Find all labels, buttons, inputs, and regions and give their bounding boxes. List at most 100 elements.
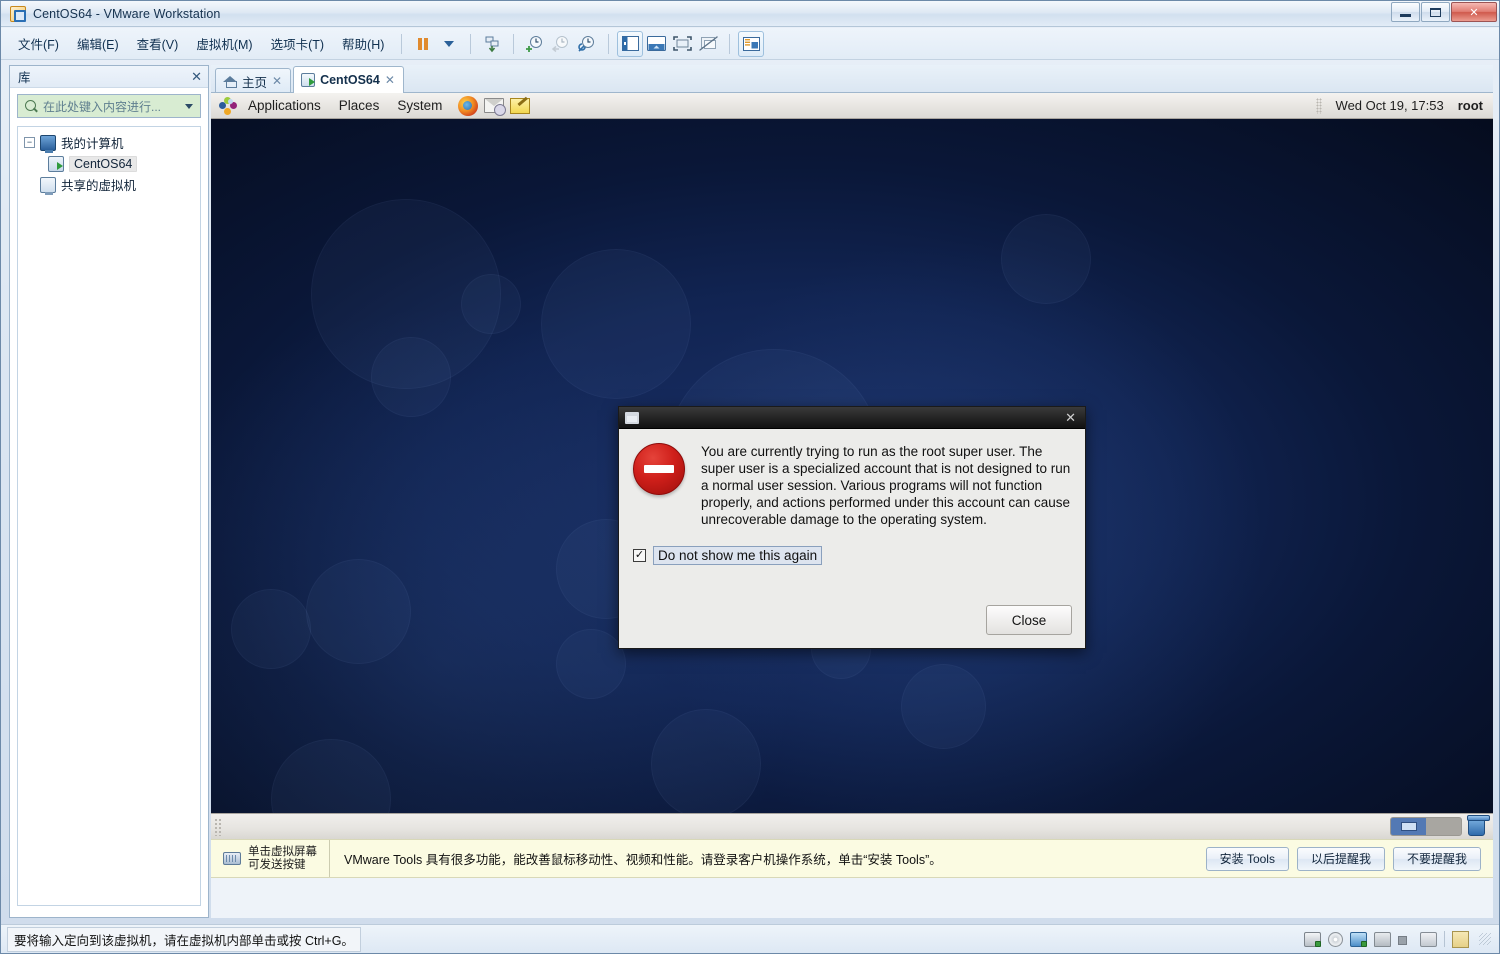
remind-me-later-button[interactable]: 以后提醒我	[1296, 846, 1385, 871]
tab-home[interactable]: 主页 ✕	[215, 68, 292, 93]
device-tray	[1304, 930, 1499, 948]
tree-expander-icon[interactable]: −	[24, 137, 35, 148]
wallpaper-bokeh	[461, 274, 521, 334]
console-view-icon[interactable]	[738, 30, 765, 57]
network-adapter-icon[interactable]	[1350, 931, 1367, 947]
tab-close-icon[interactable]: ✕	[385, 73, 395, 87]
workspace-1[interactable]	[1391, 818, 1426, 835]
wallpaper-bokeh	[306, 559, 411, 664]
menu-tabs[interactable]: 选项卡(T)	[262, 30, 333, 57]
keyboard-icon	[223, 852, 241, 865]
guest-screen[interactable]: Applications Places System Wed Oct 19, 1…	[211, 93, 1493, 839]
sound-card-icon[interactable]	[1398, 932, 1413, 947]
resize-grip[interactable]	[1479, 933, 1491, 945]
error-icon	[633, 443, 685, 495]
window-title: CentOS64 - VMware Workstation	[33, 6, 221, 21]
display-icon[interactable]	[1420, 931, 1437, 947]
vmware-tools-message: VMware Tools 具有很多功能，能改善鼠标移动性、视频和性能。请登录客户…	[344, 853, 942, 867]
menu-edit[interactable]: 编辑(E)	[68, 30, 128, 57]
menu-vm[interactable]: 虚拟机(M)	[187, 30, 261, 57]
usb-note-icon[interactable]	[1452, 930, 1469, 948]
dialog-message: You are currently trying to run as the r…	[701, 444, 1071, 527]
tab-close-icon[interactable]: ✕	[272, 74, 282, 88]
dropdown-caret-icon[interactable]	[436, 31, 462, 57]
home-icon	[223, 75, 237, 88]
never-remind-button[interactable]: 不要提醒我	[1392, 846, 1481, 871]
status-bar: 要将输入定向到该虚拟机，请在虚拟机内部单击或按 Ctrl+G。	[1, 924, 1499, 953]
do-not-show-again-label[interactable]: Do not show me this again	[653, 546, 823, 565]
wallpaper-bokeh	[271, 739, 391, 813]
root-warning-dialog: ✕ You are currently trying to run as the…	[618, 406, 1086, 649]
vmware-tools-buttons: 安装 Tools 以后提醒我 不要提醒我	[1205, 846, 1493, 871]
tree-item-my-computer[interactable]: − 我的计算机	[18, 132, 200, 153]
workspace-switcher[interactable]	[1390, 817, 1462, 836]
input-hint: 单击虚拟屏幕 可发送按键	[211, 840, 330, 877]
library-header: 库 ✕	[10, 66, 208, 88]
power-icon[interactable]	[479, 31, 505, 57]
input-hint-text: 单击虚拟屏幕 可发送按键	[248, 846, 317, 872]
library-search-box[interactable]: 在此处键入内容进行...	[17, 94, 201, 118]
evolution-mail-icon[interactable]	[483, 95, 507, 117]
toolbar-separator	[401, 33, 403, 54]
library-title: 库	[18, 71, 31, 85]
show-thumbnails-icon[interactable]	[643, 31, 669, 57]
status-message: 要将输入定向到该虚拟机，请在虚拟机内部单击或按 Ctrl+G。	[7, 926, 361, 952]
tab-strip: 主页 ✕ CentOS64 ✕	[211, 65, 1493, 93]
gnome-top-panel: Applications Places System Wed Oct 19, 1…	[211, 93, 1493, 119]
minimize-button[interactable]	[1391, 2, 1420, 22]
gnome-menu-applications[interactable]: Applications	[239, 93, 330, 119]
dialog-actions: Close	[986, 605, 1072, 635]
trash-icon[interactable]	[1467, 815, 1490, 836]
close-button[interactable]: ✕	[1451, 2, 1497, 22]
menu-view[interactable]: 查看(V)	[128, 30, 188, 57]
wallpaper-bokeh	[541, 249, 691, 399]
wallpaper-bokeh	[651, 709, 761, 813]
tree-item-label: 我的计算机	[61, 137, 124, 151]
unity-icon[interactable]	[695, 31, 721, 57]
firefox-icon[interactable]	[457, 95, 479, 117]
pause-icon[interactable]	[410, 31, 436, 57]
gnome-menu-places[interactable]: Places	[330, 93, 389, 119]
gedit-icon[interactable]	[509, 95, 531, 117]
tree-item-centos64[interactable]: CentOS64	[18, 153, 200, 174]
user-menu[interactable]: root	[1458, 98, 1483, 113]
gnome-menu-system[interactable]: System	[388, 93, 451, 119]
centos-logo-icon	[219, 96, 237, 115]
search-icon	[24, 99, 39, 114]
do-not-show-again-checkbox[interactable]: ✓	[633, 549, 646, 562]
install-tools-button[interactable]: 安装 Tools	[1205, 846, 1289, 871]
search-input[interactable]: 在此处键入内容进行...	[43, 98, 185, 115]
wallpaper-bokeh	[1001, 214, 1091, 304]
wallpaper-bokeh	[371, 337, 451, 417]
search-dropdown-caret-icon[interactable]	[185, 103, 193, 109]
maximize-button[interactable]	[1421, 2, 1450, 22]
library-tree: − 我的计算机 CentOS64 共享的虚拟机	[17, 126, 201, 906]
snapshot-manager-icon[interactable]	[574, 31, 600, 57]
vm-area: 主页 ✕ CentOS64 ✕ Applications Places Syst…	[211, 65, 1493, 918]
do-not-show-again-checkbox-row[interactable]: ✓ Do not show me this again	[633, 546, 1085, 565]
wallpaper-bokeh	[901, 664, 986, 749]
snapshot-revert-icon[interactable]	[548, 31, 574, 57]
cd-dvd-icon[interactable]	[1328, 931, 1343, 947]
window-controls: ✕	[1390, 2, 1497, 22]
show-library-icon[interactable]	[617, 30, 644, 57]
full-screen-icon[interactable]	[669, 31, 695, 57]
vmware-workstation-window: CentOS64 - VMware Workstation ✕ 文件(F) 编辑…	[0, 0, 1500, 954]
workspace-2[interactable]	[1426, 818, 1461, 835]
printer-icon[interactable]	[1374, 931, 1391, 947]
tree-item-shared-vms[interactable]: 共享的虚拟机	[18, 174, 200, 195]
panel-grip-icon	[1315, 97, 1322, 114]
vmware-tools-bar: 单击虚拟屏幕 可发送按键 VMware Tools 具有很多功能，能改善鼠标移动…	[211, 839, 1493, 878]
snapshot-take-icon[interactable]	[522, 31, 548, 57]
library-panel: 库 ✕ 在此处键入内容进行... − 我的计算机 CentOS64 共享的虚拟机	[9, 65, 209, 918]
menu-file[interactable]: 文件(F)	[9, 30, 68, 57]
close-button[interactable]: Close	[986, 605, 1072, 635]
clock[interactable]: Wed Oct 19, 17:53	[1336, 98, 1444, 113]
tab-centos64[interactable]: CentOS64 ✕	[293, 66, 404, 93]
tab-label: CentOS64	[320, 73, 380, 87]
library-close-icon[interactable]: ✕	[191, 69, 202, 85]
panel-grip-icon	[214, 817, 222, 836]
dialog-close-icon[interactable]: ✕	[1062, 410, 1079, 426]
hard-disk-icon[interactable]	[1304, 931, 1321, 947]
menu-help[interactable]: 帮助(H)	[333, 30, 393, 57]
